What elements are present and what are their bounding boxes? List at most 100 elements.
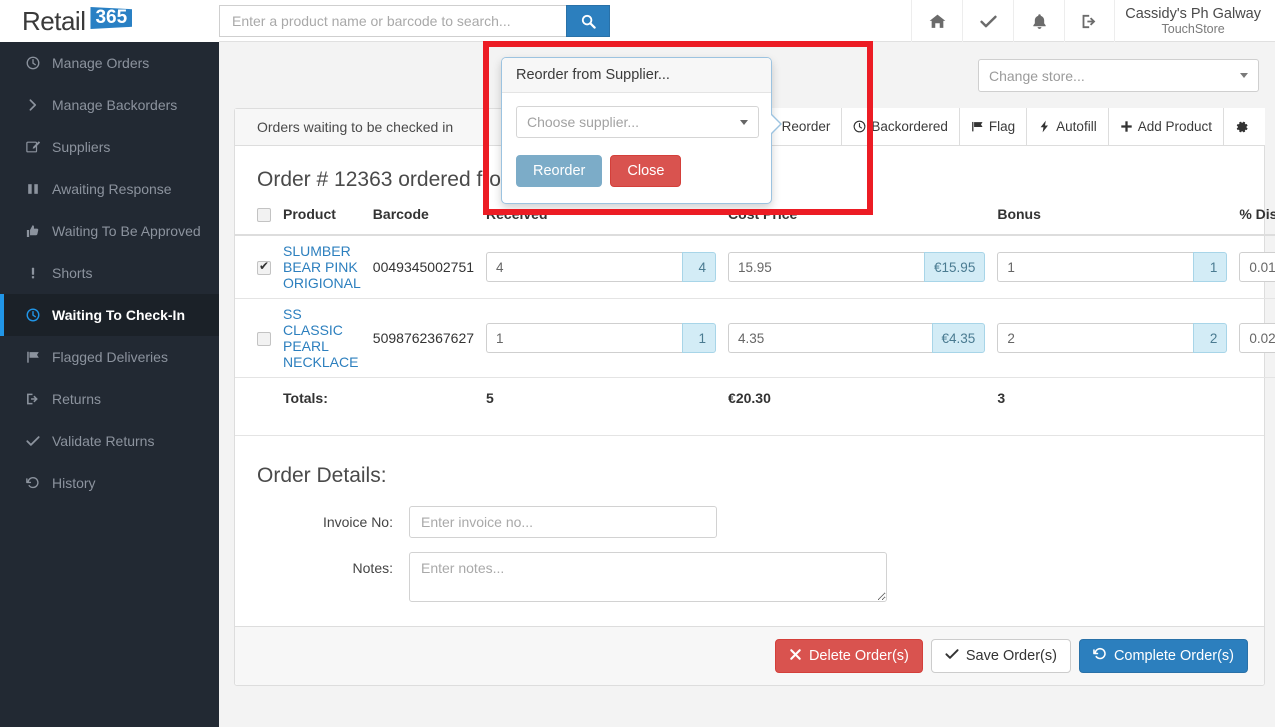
delete-orders-button[interactable]: Delete Order(s) (774, 639, 923, 674)
check-icon (26, 434, 52, 448)
received-input[interactable] (486, 252, 683, 283)
complete-orders-button[interactable]: Complete Order(s) (1078, 639, 1248, 674)
brand-badge: 365 (90, 7, 133, 29)
settings-button[interactable] (1223, 108, 1265, 146)
sign-out-icon[interactable] (1064, 0, 1115, 42)
flag-button[interactable]: Flag (958, 108, 1027, 146)
sidebar-item-label: Manage Orders (52, 55, 150, 71)
discount-input[interactable] (1239, 252, 1275, 283)
totals-received: 5 (486, 390, 494, 407)
row-checkbox[interactable] (257, 332, 271, 347)
sidebar-item-label: Shorts (52, 265, 93, 281)
brand-logo[interactable]: Retail 365 (0, 0, 219, 42)
user-info[interactable]: Cassidy's Ph Galway TouchStore (1119, 0, 1267, 42)
delete-orders-label: Delete Order(s) (808, 648, 909, 665)
sidebar-item-shorts[interactable]: Shorts (0, 252, 219, 294)
sidebar-item-waiting-to-check-in[interactable]: Waiting To Check-In (0, 294, 219, 336)
search-bar (219, 5, 610, 37)
sidebar-item-manage-orders[interactable]: Manage Orders (0, 42, 219, 84)
column-header-bonus: Bonus (991, 206, 1234, 237)
sidebar-item-label: Returns (52, 391, 102, 407)
sidebar-item-flagged-deliveries[interactable]: Flagged Deliveries (0, 336, 219, 378)
select-all-header (235, 206, 277, 237)
totals-cost: €20.30 (728, 390, 771, 407)
bonus-input[interactable] (997, 323, 1194, 354)
plus-icon (1120, 120, 1133, 133)
panel-toolbar: Reorder Backordered Flag Autofill Add Pr… (751, 108, 1265, 146)
product-link[interactable]: SLUMBER BEAR PINK ORIGIONAL (283, 243, 361, 291)
barcode-cell: 5098762367627 (366, 298, 481, 379)
invoice-row: Invoice No: (257, 506, 1242, 539)
bell-icon[interactable] (1013, 0, 1064, 42)
cost-price-input[interactable] (728, 323, 932, 354)
check-icon[interactable] (962, 0, 1013, 42)
received-addon: 4 (682, 252, 717, 283)
sidebar-item-label: Suppliers (52, 139, 111, 155)
received-cell: 4 (480, 235, 723, 300)
supplier-select[interactable]: Choose supplier... (516, 106, 759, 138)
change-store-value: Change store... (989, 67, 1085, 84)
table-header-row: Product Barcode Received Cost Price Bonu… (235, 206, 1275, 237)
search-input[interactable] (219, 5, 566, 37)
order-details-section: Order Details: Invoice No: Notes: (235, 435, 1264, 626)
supplier-select-value: Choose supplier... (527, 114, 640, 130)
sidebar-item-waiting-to-be-approved[interactable]: Waiting To Be Approved (0, 210, 219, 252)
complete-orders-label: Complete Order(s) (1113, 648, 1234, 665)
select-all-checkbox[interactable] (257, 208, 271, 223)
home-icon[interactable] (911, 0, 962, 42)
discount-input-group: 0.01 (1239, 252, 1275, 283)
cost-price-addon: €15.95 (924, 252, 986, 283)
flag-button-label: Flag (988, 119, 1016, 134)
popover-reorder-button[interactable]: Reorder (516, 155, 603, 187)
bonus-addon: 1 (1193, 252, 1228, 283)
sidebar-item-label: Awaiting Response (52, 181, 172, 197)
cost-price-input-group: €15.95 (728, 252, 986, 283)
panel-footer: Delete Order(s) Save Order(s) Complete O… (235, 626, 1264, 686)
sidebar-item-awaiting-response[interactable]: Awaiting Response (0, 168, 219, 210)
search-button[interactable] (566, 5, 610, 37)
sidebar-item-returns[interactable]: Returns (0, 378, 219, 420)
received-cell: 1 (480, 298, 723, 379)
sign-out-icon (26, 392, 52, 406)
invoice-input[interactable] (409, 506, 717, 539)
table-row: SS CLASSIC PEARL NECKLACE 5098762367627 … (235, 298, 1275, 379)
cost-price-cell: €15.95 (722, 235, 992, 300)
totals-spacer (235, 378, 277, 414)
discount-input[interactable] (1239, 323, 1275, 354)
cost-price-input-group: €4.35 (728, 323, 986, 354)
sidebar-item-validate-returns[interactable]: Validate Returns (0, 420, 219, 462)
popover-body: Choose supplier... Reorder Close (502, 93, 771, 203)
check-icon (945, 647, 959, 665)
received-input[interactable] (486, 323, 683, 354)
times-icon (789, 648, 802, 665)
change-store-select[interactable]: Change store... (978, 59, 1259, 92)
sidebar-item-manage-backorders[interactable]: Manage Backorders (0, 84, 219, 126)
sidebar: Manage Orders Manage Backorders Supplier… (0, 42, 219, 727)
popover-close-button[interactable]: Close (610, 155, 682, 187)
product-link[interactable]: SS CLASSIC PEARL NECKLACE (283, 306, 358, 370)
received-input-group: 1 (486, 323, 717, 354)
received-addon: 1 (682, 323, 717, 354)
sidebar-item-history[interactable]: History (0, 462, 219, 504)
add-product-button-label: Add Product (1137, 119, 1212, 134)
row-select-cell (235, 298, 277, 379)
clock-icon (853, 120, 866, 133)
save-orders-button[interactable]: Save Order(s) (930, 639, 1071, 674)
user-store: TouchStore (1161, 21, 1225, 36)
cost-price-input[interactable] (728, 252, 925, 283)
backordered-button[interactable]: Backordered (841, 108, 959, 146)
add-product-button[interactable]: Add Product (1107, 108, 1223, 146)
clock-icon (26, 56, 52, 70)
bonus-input[interactable] (997, 252, 1194, 283)
popover-buttons: Reorder Close (516, 155, 757, 187)
cost-price-addon: €4.35 (931, 323, 986, 354)
column-header-barcode: Barcode (366, 206, 481, 237)
row-checkbox[interactable] (257, 259, 271, 276)
reorder-button-label: Reorder (781, 119, 831, 134)
chevron-down-icon (740, 119, 748, 125)
product-cell: SS CLASSIC PEARL NECKLACE (277, 298, 367, 379)
product-cell: SLUMBER BEAR PINK ORIGIONAL (277, 235, 367, 300)
sidebar-item-suppliers[interactable]: Suppliers (0, 126, 219, 168)
notes-textarea[interactable] (409, 552, 887, 603)
autofill-button[interactable]: Autofill (1026, 108, 1108, 146)
